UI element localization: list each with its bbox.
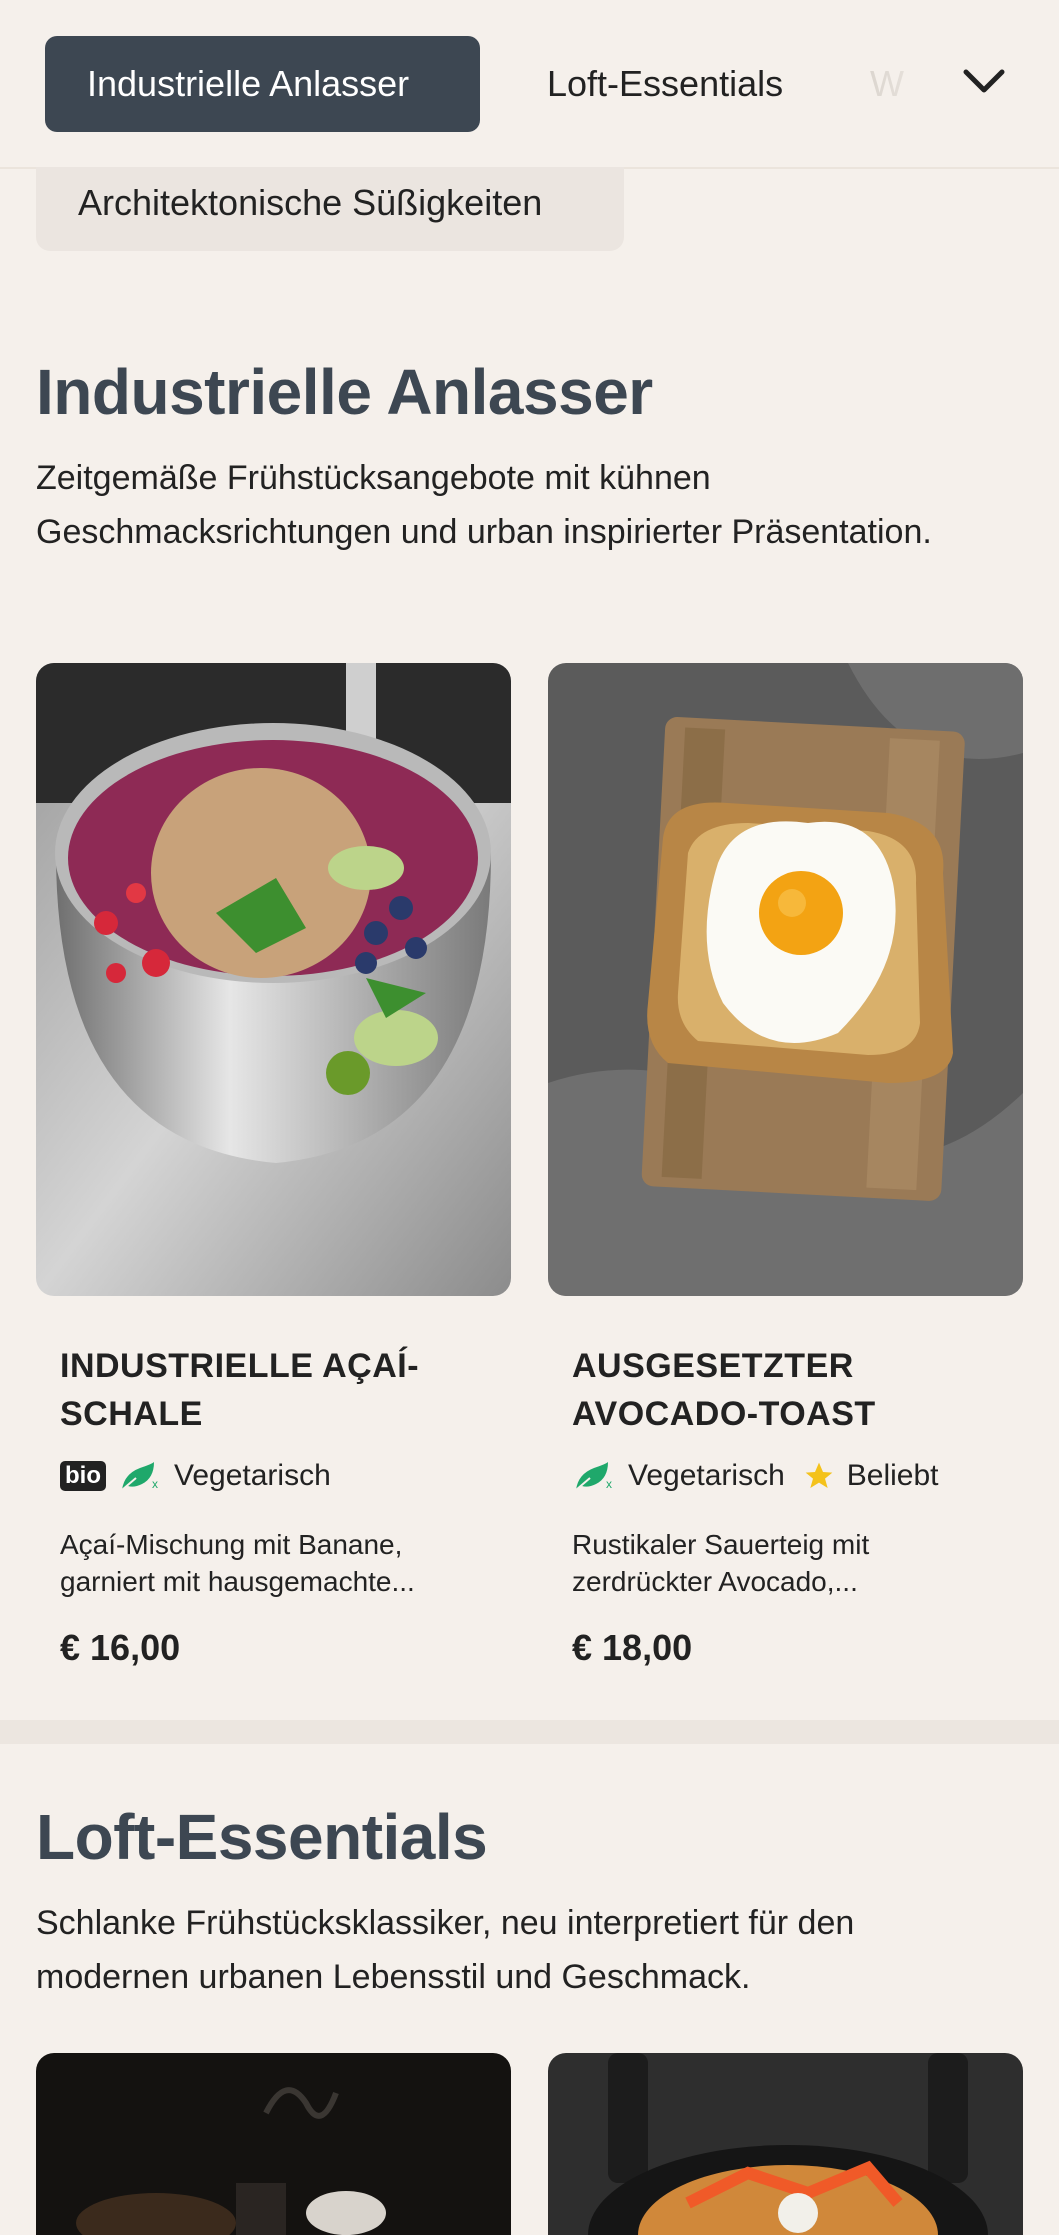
item-name[interactable]: INDUSTRIELLE AÇAÍ-SCHALE	[60, 1342, 480, 1438]
item-tags: x Vegetarisch Beliebt	[572, 1456, 939, 1496]
tab-architektonische-suessigkeiten[interactable]: Architektonische Süßigkeiten	[36, 167, 624, 251]
vegetarian-label: Vegetarisch	[174, 1459, 331, 1492]
section-title: Loft-Essentials	[36, 1801, 488, 1873]
category-tab-bar: Industrielle Anlasser Loft-Essentials W	[0, 0, 1059, 169]
svg-text:x: x	[606, 1477, 612, 1491]
tab-fade-overlay	[849, 0, 1059, 165]
star-icon	[805, 1462, 833, 1488]
vegetarian-icon: x	[575, 1462, 612, 1491]
section-description: Schlanke Frühstücksklassiker, neu interp…	[36, 1904, 855, 1996]
item-price: € 18,00	[572, 1627, 693, 1668]
acai-bowl-image[interactable]	[36, 663, 511, 1296]
tab-industrielle-anlasser[interactable]: Industrielle Anlasser	[45, 36, 480, 132]
item-price: € 16,00	[60, 1627, 181, 1668]
avocado-toast-image[interactable]	[548, 663, 1023, 1296]
vegetarian-label: Vegetarisch	[628, 1459, 785, 1492]
tab-loft-essentials[interactable]: Loft-Essentials	[505, 36, 825, 132]
bio-badge: bio	[60, 1461, 106, 1491]
item-tags: bio x Vegetarisch	[60, 1456, 331, 1496]
item-image[interactable]	[36, 2053, 511, 2235]
chevron-down-icon[interactable]	[960, 62, 1008, 102]
section-description: Zeitgemäße Frühstücksangebote mit kühnen…	[36, 459, 932, 551]
item-description: Rustikaler Sauerteig mit zerdrückter Avo…	[572, 1529, 870, 1597]
section-title: Industrielle Anlasser	[36, 356, 653, 428]
section-divider	[0, 1720, 1059, 1744]
popular-label: Beliebt	[846, 1459, 939, 1492]
svg-text:x: x	[152, 1477, 158, 1491]
item-image[interactable]	[548, 2053, 1023, 2235]
item-name[interactable]: AUSGESETZTER AVOCADO-TOAST	[572, 1342, 992, 1438]
item-description: Açaí-Mischung mit Banane, garniert mit h…	[60, 1529, 415, 1597]
vegetarian-icon: x	[121, 1462, 158, 1491]
